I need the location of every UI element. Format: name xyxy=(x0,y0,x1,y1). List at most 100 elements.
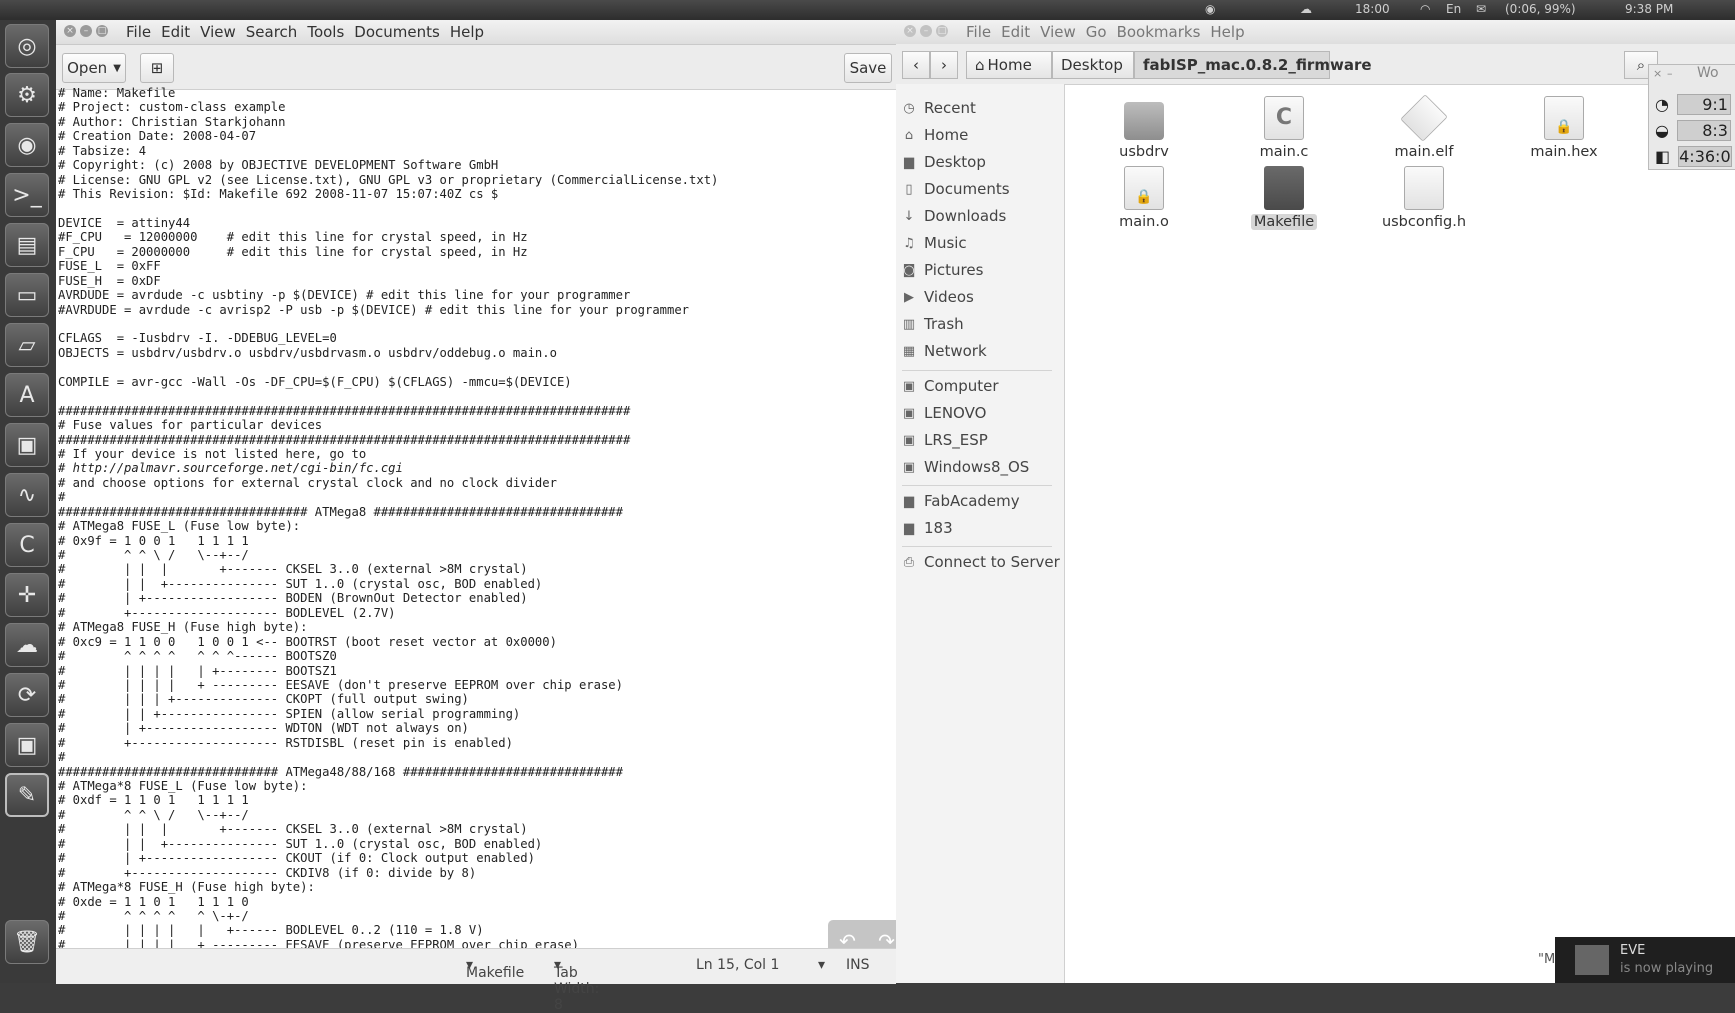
language-selector[interactable]: Makefile ▾ xyxy=(466,957,524,981)
firefox-icon[interactable]: ◉ xyxy=(5,123,49,167)
open-button[interactable]: Open ▼ xyxy=(62,53,126,83)
time-indicator[interactable]: 9:38 PM xyxy=(1625,2,1673,16)
trash-icon[interactable]: 🗑 xyxy=(5,920,49,964)
new-tab-button[interactable]: ⊞ xyxy=(140,53,174,83)
menu-view[interactable]: View xyxy=(1040,23,1076,41)
code-area[interactable]: # Name: Makefile # Project: custom-class … xyxy=(58,86,893,948)
cleaner-icon[interactable]: ☁ xyxy=(5,623,49,667)
menu-help[interactable]: Help xyxy=(450,23,484,41)
download-icon: ↓ xyxy=(903,208,915,224)
ubuntu-home-icon[interactable]: ◎ xyxy=(5,24,49,68)
file-item[interactable]: 🔒 main.o xyxy=(1089,166,1199,230)
menu-file[interactable]: File xyxy=(126,23,151,41)
menu-view[interactable]: View xyxy=(200,23,236,41)
archive2-icon[interactable]: ▣ xyxy=(5,723,49,767)
sidebar-item-lenovo[interactable]: ▣ LENOVO xyxy=(902,401,987,425)
sidebar-item-documents[interactable]: ▯ Documents xyxy=(902,177,1009,201)
sidebar-item-trash[interactable]: ▥ Trash xyxy=(902,312,964,336)
terminal-icon[interactable]: >_ xyxy=(5,173,49,217)
steam-icon[interactable]: ⚙ xyxy=(5,73,49,117)
home-icon: ⌂ xyxy=(904,127,914,143)
menu-help[interactable]: Help xyxy=(1210,23,1244,41)
maximize-icon[interactable]: □ xyxy=(936,25,948,37)
cura-icon[interactable]: C xyxy=(5,523,49,567)
file-item-selected[interactable]: Makefile xyxy=(1229,166,1339,230)
menu-tools[interactable]: Tools xyxy=(307,23,344,41)
path-desktop[interactable]: Desktop xyxy=(1052,51,1134,79)
panel-clock-indicator[interactable]: 18:00 xyxy=(1355,2,1390,16)
tab-width-selector[interactable]: Tab Width: 8 ▾ xyxy=(554,957,599,1013)
language-indicator[interactable]: En xyxy=(1446,2,1461,16)
now-playing-notification[interactable]: EVE is now playing xyxy=(1555,937,1735,983)
file-item[interactable]: usbconfig.h xyxy=(1369,166,1479,230)
code-line: # ATMega*8 FUSE_H (Fuse high byte): xyxy=(58,880,315,895)
disk-icon[interactable]: ✛ xyxy=(5,573,49,617)
text-editor-icon[interactable]: ✎ xyxy=(5,773,49,817)
code-line: # xyxy=(58,490,66,505)
notification-subtitle: is now playing xyxy=(1620,961,1714,976)
sidebar-item-recent[interactable]: ◷ Recent xyxy=(902,96,976,120)
file-item[interactable]: main.elf xyxy=(1369,94,1479,160)
path-current-folder[interactable]: fabISP_mac.0.8.2_firmware xyxy=(1134,51,1372,79)
update-icon[interactable]: ⟳ xyxy=(5,673,49,717)
code-line: # | | | | | +-------- BOOTSZ1 xyxy=(58,663,337,678)
wifi-icon[interactable]: ◠ xyxy=(1420,2,1430,16)
chrome-icon[interactable]: ◉ xyxy=(1205,2,1215,16)
top-panel: ◉ ☁ 18:00 ◠ En ✉ (0:06, 99%) 9:38 PM xyxy=(0,0,1735,20)
sidebar-item-connect-to-server[interactable]: ⎙ Connect to Server xyxy=(902,550,1060,574)
clock-icon: ◷ xyxy=(903,100,915,116)
sidebar-item-pictures[interactable]: ◙ Pictures xyxy=(902,258,984,282)
sidebar-item-videos[interactable]: ▶ Videos xyxy=(902,285,974,309)
menu-bookmarks[interactable]: Bookmarks xyxy=(1117,23,1201,41)
menu-search[interactable]: Search xyxy=(246,23,298,41)
sidebar-item-downloads[interactable]: ↓ Downloads xyxy=(902,204,1007,228)
minimize-icon[interactable]: – xyxy=(80,25,92,37)
archive-icon[interactable]: ▣ xyxy=(5,423,49,467)
back-button[interactable]: ‹ xyxy=(902,51,930,79)
sidebar-item-desktop[interactable]: ▆ Desktop xyxy=(902,150,986,174)
sidebar-divider xyxy=(902,485,1052,486)
sidebar-item-computer[interactable]: ▣ Computer xyxy=(902,374,999,398)
code-line: F_CPU = 20000000 # edit this line for cr… xyxy=(58,244,528,259)
code-line: OBJECTS = usbdrv/usbdrv.o usbdrv/usbdrva… xyxy=(58,345,557,360)
menu-edit[interactable]: Edit xyxy=(1001,23,1030,41)
sidebar-item-183[interactable]: ▆ 183 xyxy=(902,516,953,540)
software-center-icon[interactable]: A xyxy=(5,373,49,417)
presentation-icon[interactable]: ▭ xyxy=(5,273,49,317)
sidebar-item-network[interactable]: ▦ Network xyxy=(902,339,987,363)
menu-documents[interactable]: Documents xyxy=(354,23,440,41)
file-item[interactable]: 🔒 main.hex xyxy=(1509,96,1619,160)
close-icon[interactable]: × xyxy=(1653,67,1662,80)
status-dropdown-icon[interactable]: ▾ xyxy=(818,957,825,973)
file-item[interactable]: C main.c xyxy=(1229,96,1339,160)
menu-go[interactable]: Go xyxy=(1086,23,1107,41)
chevron-left-icon: ‹ xyxy=(913,56,919,74)
sidebar-item-lrs-esp[interactable]: ▣ LRS_ESP xyxy=(902,428,988,452)
menu-edit[interactable]: Edit xyxy=(161,23,190,41)
minimize-icon[interactable]: – xyxy=(1667,67,1673,80)
close-icon[interactable]: × xyxy=(904,25,916,37)
system-monitor-icon[interactable]: ∿ xyxy=(5,473,49,517)
mail-icon[interactable]: ✉ xyxy=(1476,2,1486,16)
path-home[interactable]: ⌂ Home xyxy=(966,51,1052,79)
sidebar-item-label: Videos xyxy=(924,288,974,306)
minimize-icon[interactable]: – xyxy=(920,25,932,37)
battery-indicator[interactable]: (0:06, 99%) xyxy=(1505,2,1576,16)
sidebar-item-home[interactable]: ⌂ Home xyxy=(902,123,968,147)
files-icon[interactable]: ▤ xyxy=(5,223,49,267)
sidebar-item-windows8-os[interactable]: ▣ Windows8_OS xyxy=(902,455,1030,479)
code-line: # ^ ^ ^ ^ ^ \-+-/ xyxy=(58,908,249,923)
weather-icon[interactable]: ☁ xyxy=(1300,2,1312,16)
sidebar-item-music[interactable]: ♫ Music xyxy=(902,231,967,255)
close-icon[interactable]: × xyxy=(64,25,76,37)
menu-file[interactable]: File xyxy=(966,23,991,41)
maximize-icon[interactable]: □ xyxy=(96,25,108,37)
save-button[interactable]: Save xyxy=(844,53,892,83)
sidebar-item-fabacademy[interactable]: ▆ FabAcademy xyxy=(902,489,1020,513)
file-item[interactable]: usbdrv xyxy=(1089,96,1199,160)
sidebar-item-label: Home xyxy=(924,126,969,144)
c-source-icon: C xyxy=(1264,96,1304,140)
forward-button[interactable]: › xyxy=(930,51,958,79)
drive-icon[interactable]: ▱ xyxy=(5,323,49,367)
code-line: # +-------------------- RSTDISBL (reset … xyxy=(58,735,513,750)
